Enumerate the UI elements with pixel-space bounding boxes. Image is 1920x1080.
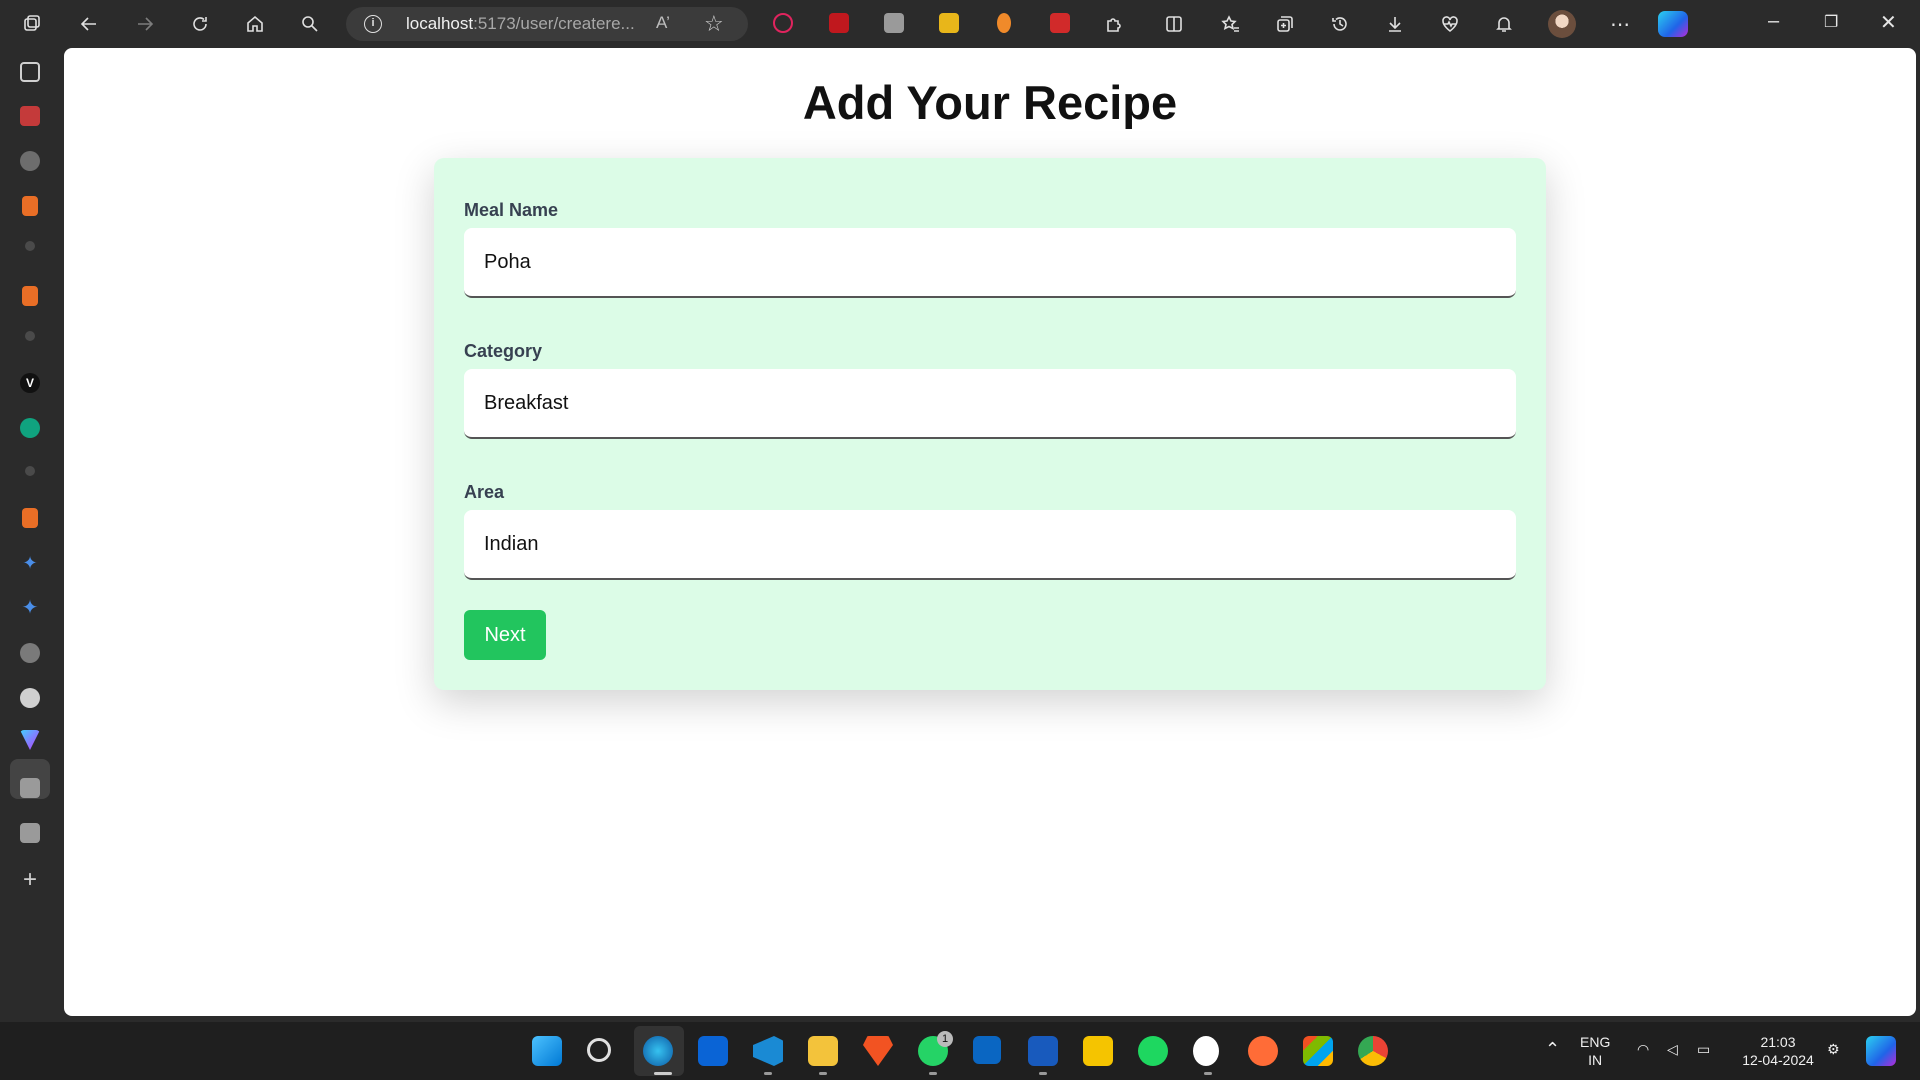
settings-gear-icon[interactable]: ⚙: [1827, 1040, 1840, 1058]
sidebar-tab-pdf-icon[interactable]: [20, 106, 40, 126]
sidebar-tab-gemini2-icon[interactable]: ✦: [20, 598, 40, 618]
meal-name-input[interactable]: [464, 228, 1516, 298]
history-icon[interactable]: [1328, 12, 1352, 36]
show-hidden-icons-chevron-icon[interactable]: ⌃: [1545, 1040, 1560, 1058]
start-windows-icon[interactable]: [532, 1036, 562, 1066]
sidebar-tab-vite-icon[interactable]: [20, 730, 40, 750]
notifications-bell-icon[interactable]: [1492, 12, 1516, 36]
tab-actions-icon[interactable]: [20, 62, 40, 82]
clock-time: 21:03: [1760, 1034, 1796, 1050]
site-info-icon[interactable]: i: [364, 15, 382, 33]
outlook-icon[interactable]: [698, 1036, 728, 1066]
forward-icon[interactable]: [133, 12, 157, 36]
battery-icon[interactable]: ▭: [1697, 1040, 1710, 1058]
language-indicator[interactable]: ENG IN: [1580, 1033, 1610, 1069]
address-bar[interactable]: i localhost:5173/user/createre... A’ ☆: [346, 7, 748, 41]
web-content: Add Your Recipe Meal Name Category Area …: [64, 48, 1916, 1016]
sidebar-tab-matlab3-icon[interactable]: [22, 508, 38, 528]
file-explorer-icon[interactable]: [808, 1036, 838, 1066]
meal-name-label: Meal Name: [464, 200, 559, 220]
sidebar-tab-screenshot2-icon[interactable]: [20, 823, 40, 843]
favorites-icon[interactable]: [1218, 12, 1242, 36]
sidebar-tab-gemini-icon[interactable]: ✦: [20, 553, 40, 573]
sidebar-tab-v-icon[interactable]: V: [20, 373, 40, 393]
extension-ublock-icon[interactable]: [829, 13, 849, 33]
mongodb-running-indicator: [1204, 1072, 1212, 1075]
postman-icon[interactable]: [1248, 1036, 1278, 1066]
favorite-star-icon[interactable]: ☆: [704, 11, 724, 37]
linkedin-icon[interactable]: [973, 1036, 1001, 1064]
mongodb-icon[interactable]: [1193, 1036, 1219, 1066]
language-code: ENG: [1580, 1034, 1611, 1050]
url-host: localhost: [406, 14, 474, 33]
new-tab-plus-icon[interactable]: +: [20, 868, 40, 892]
sticky-notes-icon[interactable]: [1083, 1036, 1113, 1066]
category-label: Category: [464, 341, 543, 361]
taskbar-search-icon[interactable]: [587, 1038, 611, 1062]
extension-red-icon[interactable]: [1050, 13, 1070, 33]
extension-orange-icon[interactable]: [997, 13, 1011, 33]
category-input[interactable]: [464, 369, 1516, 439]
explorer-running-indicator: [819, 1072, 827, 1075]
search-icon[interactable]: [298, 12, 322, 36]
workspaces-icon[interactable]: [20, 12, 44, 36]
home-icon[interactable]: [243, 12, 267, 36]
performance-heart-icon[interactable]: [1438, 12, 1462, 36]
sidebar-tab-search3-icon[interactable]: [25, 466, 35, 476]
browser-toolbar: i localhost:5173/user/createre... A’ ☆ ⋯…: [0, 0, 1920, 48]
vscode-running-indicator: [764, 1072, 772, 1075]
windows-taskbar: 1 ⌃ ENG IN ◠ ◁ ▭ 21:03 12-04-2024 ⚙: [0, 1022, 1920, 1080]
brave-icon[interactable]: [863, 1036, 893, 1066]
whatsapp-badge: 1: [937, 1031, 953, 1047]
url-text: localhost:5173/user/createre...: [406, 14, 635, 34]
ms-store-icon[interactable]: [1303, 1036, 1333, 1066]
sidebar-tab-weather2-icon[interactable]: [20, 643, 40, 663]
region-code: IN: [1588, 1052, 1603, 1068]
next-button[interactable]: Next: [464, 610, 546, 660]
sidebar-tab-github-icon[interactable]: [20, 688, 40, 708]
downloads-icon[interactable]: [1383, 12, 1407, 36]
copilot-taskbar-icon[interactable]: [1866, 1036, 1896, 1066]
more-options-icon[interactable]: ⋯: [1608, 12, 1632, 36]
profile-avatar[interactable]: [1548, 10, 1576, 38]
recipe-form-card: Meal Name Category Area Next: [434, 158, 1546, 690]
edge-icon[interactable]: [643, 1036, 673, 1066]
collections-icon[interactable]: [1273, 12, 1297, 36]
read-aloud-icon[interactable]: A’: [656, 13, 670, 33]
back-icon[interactable]: [77, 12, 101, 36]
sidebar-tab-screenshot-icon[interactable]: [20, 778, 40, 798]
whatsapp-running-indicator: [929, 1072, 937, 1075]
edge-running-indicator: [654, 1072, 672, 1075]
area-label: Area: [464, 482, 505, 502]
copilot-icon[interactable]: [1658, 11, 1688, 37]
refresh-icon[interactable]: [188, 12, 212, 36]
page-title: Add Your Recipe: [802, 76, 1178, 129]
extension-dictionary-icon[interactable]: [939, 13, 959, 33]
sidebar-tab-weather-icon[interactable]: [20, 151, 40, 171]
clock-date: 12-04-2024: [1742, 1052, 1814, 1068]
browser-sidebar: V ✦ ✦ +: [0, 48, 64, 1022]
minimize-icon[interactable]: –: [1768, 10, 1779, 33]
sidebar-tab-search-icon[interactable]: [25, 241, 35, 251]
word-icon[interactable]: [1028, 1036, 1058, 1066]
sidebar-tab-chatgpt-icon[interactable]: [20, 418, 40, 438]
extension-screenshot-icon[interactable]: [884, 13, 904, 33]
sidebar-tab-matlab2-icon[interactable]: [22, 286, 38, 306]
volume-icon[interactable]: ◁: [1667, 1040, 1678, 1058]
url-path: :5173/user/createre...: [473, 14, 635, 33]
area-input[interactable]: [464, 510, 1516, 580]
sidebar-tab-search2-icon[interactable]: [25, 331, 35, 341]
split-screen-icon[interactable]: [1162, 12, 1186, 36]
word-running-indicator: [1039, 1072, 1047, 1075]
close-icon[interactable]: ✕: [1880, 10, 1897, 35]
chrome-icon[interactable]: [1358, 1036, 1388, 1066]
extension-video-icon[interactable]: [773, 13, 793, 33]
extensions-puzzle-icon[interactable]: [1102, 12, 1126, 36]
vscode-icon[interactable]: [753, 1036, 783, 1066]
restore-icon[interactable]: ❐: [1824, 12, 1838, 32]
sidebar-tab-matlab-icon[interactable]: [22, 196, 38, 216]
clock[interactable]: 21:03 12-04-2024: [1738, 1033, 1818, 1069]
wifi-icon[interactable]: ◠: [1637, 1040, 1649, 1058]
spotify-icon[interactable]: [1138, 1036, 1168, 1066]
